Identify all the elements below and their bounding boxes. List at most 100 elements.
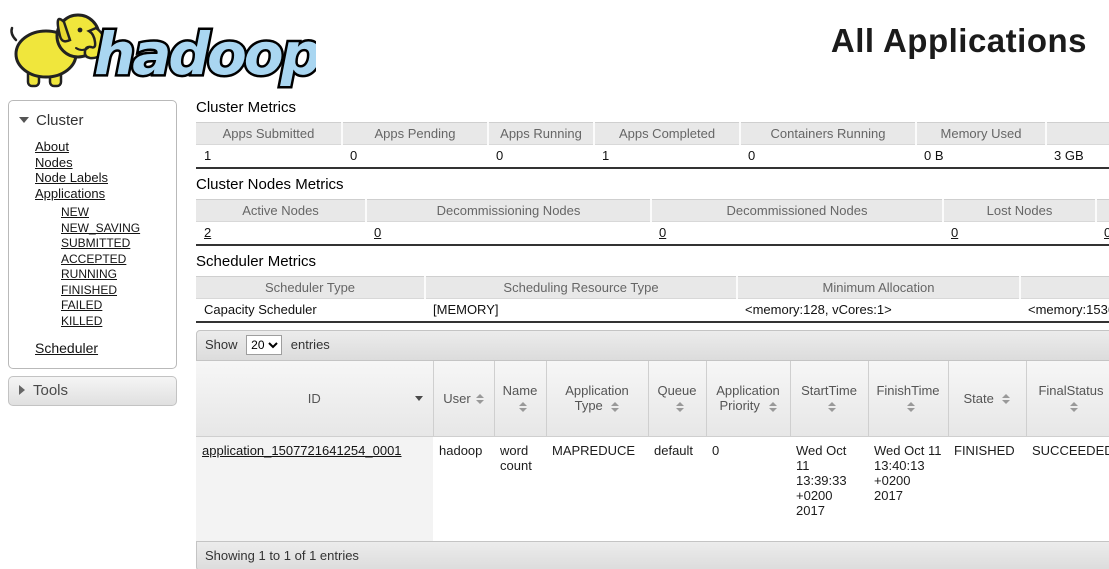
scheduler-metrics-table: Scheduler Type Scheduling Resource Type … bbox=[196, 276, 1109, 323]
cluster-nodes-metrics-title: Cluster Nodes Metrics bbox=[196, 176, 1109, 193]
table-header-row: Active Nodes Decommissioning Nodes Decom… bbox=[196, 200, 1109, 222]
column-header: Scheduling Resource Type bbox=[425, 277, 737, 299]
sidebar: Cluster About Nodes Node Labels Applicat… bbox=[8, 100, 177, 406]
sort-both-icon bbox=[769, 402, 777, 412]
column-header: Memory Used bbox=[916, 123, 1046, 145]
unhealthy-nodes-link[interactable]: 0 bbox=[1104, 225, 1109, 240]
sort-both-icon bbox=[828, 402, 836, 412]
application-finishtime: Wed Oct 11 13:40:13 +0200 2017 bbox=[868, 436, 948, 541]
column-header: Decommissioning Nodes bbox=[366, 200, 651, 222]
hadoop-logo-graphic: hadoop bbox=[6, 2, 316, 94]
column-header-application-type[interactable]: Application Type bbox=[546, 361, 648, 436]
apps-pending-value: 0 bbox=[342, 145, 488, 169]
decommissioned-nodes-link[interactable]: 0 bbox=[659, 225, 666, 240]
memory-total-value: 3 GB bbox=[1046, 145, 1109, 169]
active-nodes-link[interactable]: 2 bbox=[204, 225, 211, 240]
sidebar-item-nodes[interactable]: Nodes bbox=[35, 155, 73, 170]
show-label: Show bbox=[205, 337, 238, 352]
sidebar-item-node-labels[interactable]: Node Labels bbox=[35, 170, 108, 185]
scheduler-type-value: Capacity Scheduler bbox=[196, 299, 425, 323]
column-header: Memory Total bbox=[1046, 123, 1109, 145]
sidebar-item-killed[interactable]: KILLED bbox=[61, 314, 102, 328]
table-row: Capacity Scheduler [MEMORY] <memory:128,… bbox=[196, 299, 1109, 323]
tools-section-label: Tools bbox=[33, 382, 68, 399]
chevron-down-icon bbox=[19, 117, 29, 123]
sort-both-icon bbox=[519, 402, 527, 412]
column-header-name[interactable]: Name bbox=[494, 361, 546, 436]
column-header bbox=[1020, 277, 1109, 299]
cluster-section-header[interactable]: Cluster bbox=[9, 107, 176, 135]
sidebar-item-applications[interactable]: Applications bbox=[35, 186, 105, 201]
yarn-all-applications-page: hadoop All Applications Cluster About No… bbox=[0, 0, 1109, 569]
apps-running-value: 0 bbox=[488, 145, 594, 169]
applications-table-block: Show 20 entries ID User Name Application bbox=[196, 330, 1109, 569]
sidebar-item-failed[interactable]: FAILED bbox=[61, 298, 102, 312]
column-header: Apps Completed bbox=[594, 123, 740, 145]
cluster-nav-box: Cluster About Nodes Node Labels Applicat… bbox=[8, 100, 177, 369]
sort-both-icon bbox=[907, 402, 915, 412]
sidebar-item-submitted[interactable]: SUBMITTED bbox=[61, 236, 130, 250]
page-size-select[interactable]: 20 bbox=[246, 335, 282, 355]
sidebar-item-scheduler[interactable]: Scheduler bbox=[35, 340, 98, 356]
column-header-queue[interactable]: Queue bbox=[648, 361, 706, 436]
column-header-application-priority[interactable]: Application Priority bbox=[706, 361, 790, 436]
column-header-state[interactable]: State bbox=[948, 361, 1026, 436]
cluster-section-label: Cluster bbox=[36, 112, 84, 129]
table-info-bar: Showing 1 to 1 of 1 entries bbox=[196, 541, 1109, 569]
application-priority: 0 bbox=[706, 436, 790, 541]
maximum-allocation-value: <memory:1536, vCores:4> bbox=[1020, 299, 1109, 323]
hadoop-elephant-icon bbox=[12, 15, 105, 86]
column-header: Apps Submitted bbox=[196, 123, 342, 145]
sort-both-icon bbox=[611, 402, 619, 412]
cluster-nodes-metrics-table: Active Nodes Decommissioning Nodes Decom… bbox=[196, 199, 1109, 246]
application-queue: default bbox=[648, 436, 706, 541]
table-row: 2 0 0 0 0 bbox=[196, 222, 1109, 246]
sidebar-item-new-saving[interactable]: NEW_SAVING bbox=[61, 221, 140, 235]
sidebar-item-finished[interactable]: FINISHED bbox=[61, 283, 117, 297]
apps-completed-value: 1 bbox=[594, 145, 740, 169]
containers-running-value: 0 bbox=[740, 145, 916, 169]
column-header-user[interactable]: User bbox=[433, 361, 494, 436]
lost-nodes-link[interactable]: 0 bbox=[951, 225, 958, 240]
tools-section-header[interactable]: Tools bbox=[8, 376, 177, 406]
table-header-row: ID User Name Application Type Queue Appl… bbox=[196, 361, 1109, 436]
main-content: Cluster Metrics Apps Submitted Apps Pend… bbox=[196, 99, 1109, 569]
scheduler-metrics-title: Scheduler Metrics bbox=[196, 253, 1109, 270]
column-header: Lost Nodes bbox=[943, 200, 1096, 222]
application-starttime: Wed Oct 11 13:39:33 +0200 2017 bbox=[790, 436, 868, 541]
cluster-links: About Nodes Node Labels Applications bbox=[9, 139, 176, 201]
cluster-metrics-title: Cluster Metrics bbox=[196, 99, 1109, 116]
application-state-links: NEW NEW_SAVING SUBMITTED ACCEPTED RUNNIN… bbox=[9, 205, 176, 329]
column-header: Minimum Allocation bbox=[737, 277, 1020, 299]
table-header-row: Apps Submitted Apps Pending Apps Running… bbox=[196, 123, 1109, 145]
apps-submitted-value: 1 bbox=[196, 145, 342, 169]
column-header bbox=[1096, 200, 1109, 222]
column-header: Apps Running bbox=[488, 123, 594, 145]
column-header: Scheduler Type bbox=[196, 277, 425, 299]
show-entries-bar: Show 20 entries bbox=[196, 330, 1109, 361]
sidebar-item-about[interactable]: About bbox=[35, 139, 69, 154]
decommissioning-nodes-link[interactable]: 0 bbox=[374, 225, 381, 240]
sort-both-icon bbox=[1070, 402, 1078, 412]
column-header-finalstatus[interactable]: FinalStatus bbox=[1026, 361, 1109, 436]
scheduling-resource-type-value: [MEMORY] bbox=[425, 299, 737, 323]
column-header: Active Nodes bbox=[196, 200, 366, 222]
top-bar: hadoop All Applications bbox=[0, 0, 1109, 96]
application-state: FINISHED bbox=[948, 436, 1026, 541]
table-header-row: Scheduler Type Scheduling Resource Type … bbox=[196, 277, 1109, 299]
cluster-metrics-table: Apps Submitted Apps Pending Apps Running… bbox=[196, 122, 1109, 169]
sidebar-item-new[interactable]: NEW bbox=[61, 205, 89, 219]
column-header-id[interactable]: ID bbox=[196, 361, 433, 436]
application-finalstatus: SUCCEEDED bbox=[1026, 436, 1109, 541]
memory-used-value: 0 B bbox=[916, 145, 1046, 169]
hadoop-logo: hadoop bbox=[6, 2, 316, 99]
sidebar-item-running[interactable]: RUNNING bbox=[61, 267, 117, 281]
hadoop-logo-text: hadoop bbox=[94, 20, 316, 88]
application-name: word count bbox=[494, 436, 546, 541]
column-header-starttime[interactable]: StartTime bbox=[790, 361, 868, 436]
minimum-allocation-value: <memory:128, vCores:1> bbox=[737, 299, 1020, 323]
column-header-finishtime[interactable]: FinishTime bbox=[868, 361, 948, 436]
column-header: Apps Pending bbox=[342, 123, 488, 145]
sidebar-item-accepted[interactable]: ACCEPTED bbox=[61, 252, 126, 266]
application-id-link[interactable]: application_1507721641254_0001 bbox=[202, 443, 402, 458]
